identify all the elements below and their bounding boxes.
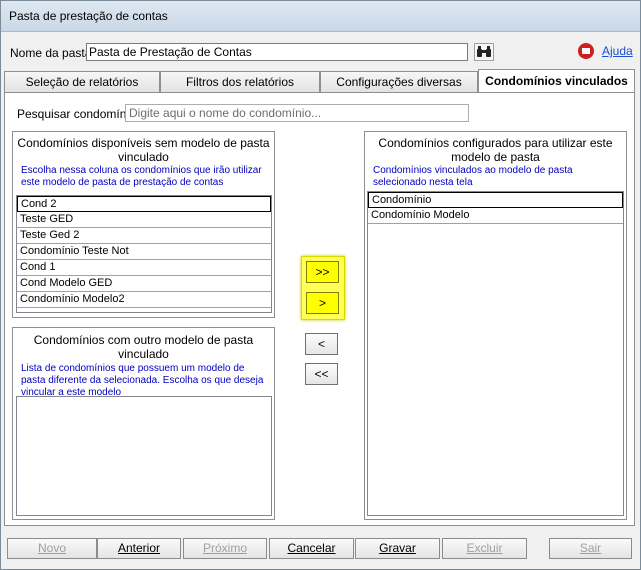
cancelar-label: Cancelar [287,541,336,555]
list-item[interactable]: Cond 1 [17,260,271,276]
binoculars-icon [477,46,491,57]
move-all-left-button[interactable]: << [305,363,338,385]
anterior-button[interactable]: Anterior [97,538,181,559]
list-item[interactable]: Condomínio [368,192,623,208]
list-item[interactable]: Condomínio Modelo2 [17,292,271,308]
sair-label: Sair [579,541,602,555]
proximo-button[interactable]: Próximo [183,538,267,559]
available-condos-list[interactable]: Cond 2 Teste GED Teste Ged 2 Condomínio … [16,195,272,313]
help-link[interactable]: Ajuda [602,44,633,58]
help-record-icon[interactable] [578,43,594,59]
folder-name-label: Nome da pasta: [10,46,95,60]
configured-condos-list[interactable]: Condomínio Condomínio Modelo [367,191,624,516]
move-right-button[interactable]: > [306,292,339,314]
gravar-button[interactable]: Gravar [355,538,440,559]
anterior-label: Anterior [117,541,161,555]
available-condos-desc: Escolha nessa coluna os condomínios que … [21,165,262,188]
other-model-condos-desc: Lista de condomínios que possuem um mode… [21,363,264,398]
search-condo-input[interactable] [125,104,469,122]
configured-condos-group: Condomínios configurados para utilizar e… [364,131,627,520]
configured-condos-title: Condomínios configurados para utilizar e… [378,136,613,164]
search-condo-label: Pesquisar condomínio: [17,107,140,121]
list-item[interactable]: Condomínio Modelo [368,208,623,224]
list-item[interactable]: Cond Modelo GED [17,276,271,292]
novo-label: Novo [37,541,66,555]
highlighted-move-buttons: >> > [301,256,345,320]
folder-name-input[interactable] [86,43,468,61]
tab-linked-condos[interactable]: Condomínios vinculados [478,69,635,93]
excluir-button[interactable]: Excluir [442,538,527,559]
tab-report-filters[interactable]: Filtros dos relatórios [160,71,320,92]
tab-misc-settings[interactable]: Configurações diversas [320,71,478,92]
list-item[interactable]: Cond 2 [17,196,271,212]
move-all-right-button[interactable]: >> [306,261,339,283]
list-item[interactable]: Teste GED [17,212,271,228]
window-title: Pasta de prestação de contas [9,9,168,23]
proximo-label: Próximo [202,541,247,555]
novo-button[interactable]: Novo [7,538,97,559]
move-left-button[interactable]: < [305,333,338,355]
list-item[interactable]: Teste Ged 2 [17,228,271,244]
other-model-condos-title: Condomínios com outro modelo de pasta vi… [33,333,254,361]
title-bar: Pasta de prestação de contas [1,1,640,32]
gravar-label: Gravar [379,541,416,555]
other-model-condos-list[interactable] [16,396,272,516]
tab-report-selection[interactable]: Seleção de relatórios [4,71,160,92]
binoculars-search-button[interactable] [474,43,494,61]
list-item[interactable]: Condomínio Teste Not [17,244,271,260]
cancelar-button[interactable]: Cancelar [269,538,354,559]
excluir-label: Excluir [466,541,503,555]
sair-button[interactable]: Sair [549,538,632,559]
available-condos-title: Condomínios disponíveis sem modelo de pa… [17,136,270,164]
other-model-condos-group: Condomínios com outro modelo de pasta vi… [12,327,275,520]
configured-condos-desc: Condomínios vinculados ao modelo de past… [373,165,573,188]
available-condos-group: Condomínios disponíveis sem modelo de pa… [12,131,275,318]
